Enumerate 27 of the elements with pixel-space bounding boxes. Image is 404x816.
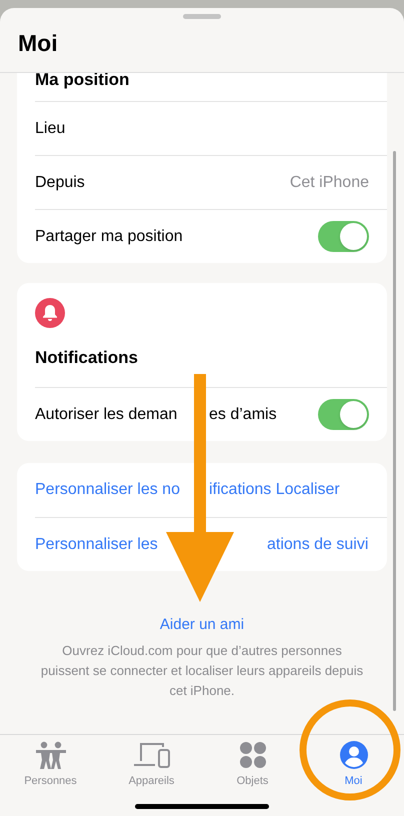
people-icon	[34, 741, 68, 769]
grabber-handle[interactable]	[183, 14, 221, 19]
row-value: Cet iPhone	[290, 172, 369, 192]
row-label: es d’amis	[209, 404, 277, 424]
screen-title: Moi	[18, 32, 59, 55]
row-label: Lieu	[35, 118, 66, 138]
settings-link[interactable]: Personnaliser les no	[35, 478, 180, 502]
tab-button[interactable]: Objets	[202, 741, 303, 793]
person-icon	[340, 741, 368, 769]
settings-link[interactable]: Personnaliser les	[35, 532, 158, 556]
help-friend-link[interactable]: Aider un ami	[160, 614, 244, 636]
items-icon	[238, 741, 266, 769]
row-label: Partager ma position	[35, 226, 184, 246]
toggle-switch[interactable]	[318, 399, 369, 430]
tab-button[interactable]: Moi	[303, 741, 404, 793]
row-label: Depuis	[35, 172, 86, 192]
section-header: Ma position	[35, 73, 130, 92]
section-header: Notifications	[35, 346, 138, 369]
settings-link[interactable]: ifications Localiser	[209, 478, 340, 502]
tab-button[interactable]: Personnes	[0, 741, 101, 793]
row-label: Autoriser les deman	[35, 404, 178, 424]
settings-link[interactable]: ations de suivi	[267, 532, 368, 556]
help-description: Ouvrez iCloud.com pour que d’autres personnes puissent se connecter et localiser leurs appareils depuis cet iPhone.	[40, 642, 364, 700]
devices-icon	[132, 741, 170, 769]
bell-icon	[35, 298, 65, 328]
toggle-switch[interactable]	[318, 221, 369, 252]
tab-button[interactable]: Appareils	[101, 741, 202, 793]
